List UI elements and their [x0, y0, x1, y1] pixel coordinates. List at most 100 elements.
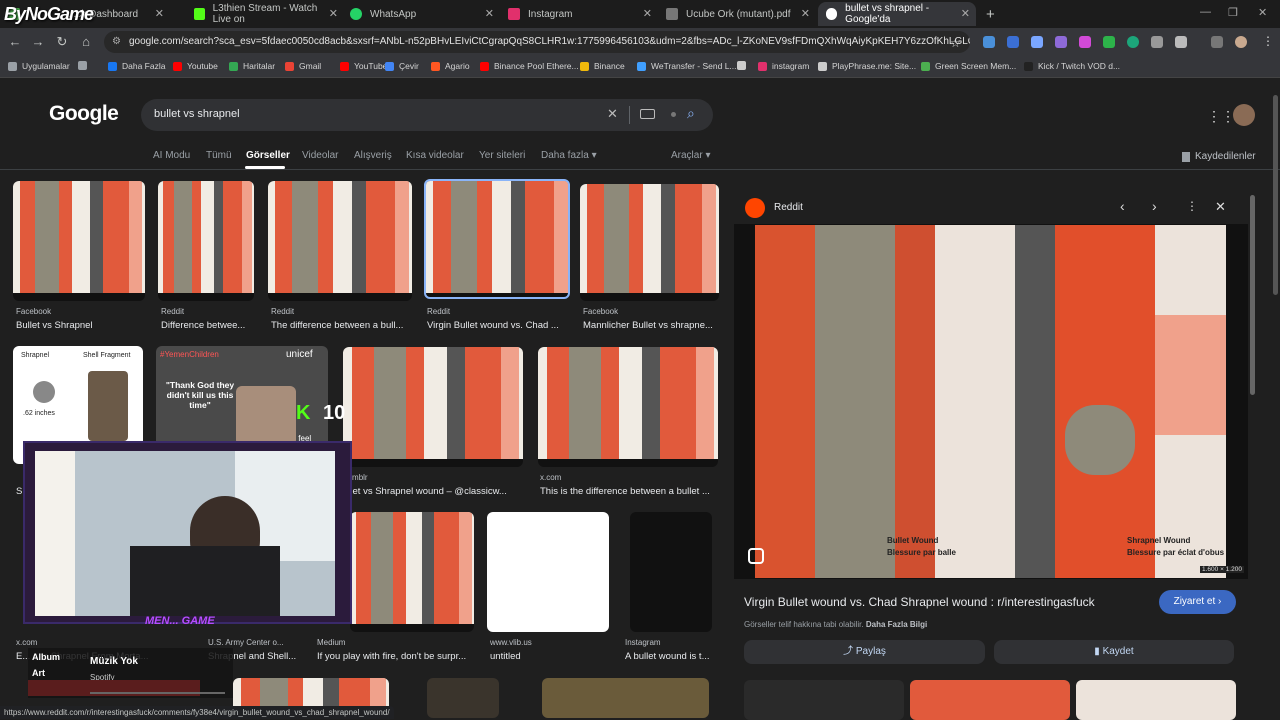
- panel-source[interactable]: Reddit: [774, 202, 803, 213]
- visit-button[interactable]: Ziyaret et ›: [1159, 590, 1236, 614]
- result-title[interactable]: Mannlicher Bullet vs shrapne...: [583, 320, 727, 331]
- profile-avatar[interactable]: [1235, 36, 1247, 48]
- keyboard-icon[interactable]: [640, 109, 655, 119]
- tab-ai-modu[interactable]: AI Modu: [153, 150, 190, 161]
- related-image[interactable]: [744, 680, 904, 720]
- result-title[interactable]: A bullet wound is t...: [625, 651, 715, 662]
- lens-icon[interactable]: [748, 548, 764, 564]
- maximize-icon[interactable]: ❐: [1228, 6, 1238, 19]
- close-icon[interactable]: ✕: [961, 7, 970, 20]
- search-icon[interactable]: ⌕: [687, 105, 695, 122]
- tools-button[interactable]: Araçlar ▾: [671, 150, 711, 161]
- apps-grid-icon[interactable]: ⋮⋮: [1207, 108, 1235, 125]
- image-thumb[interactable]: [343, 347, 523, 467]
- image-thumb[interactable]: [158, 181, 254, 301]
- url-input[interactable]: ⚙ google.com/search?sca_esv=5fdaec0050cd…: [104, 31, 970, 53]
- result-source[interactable]: U.S. Army Center o...: [208, 638, 284, 647]
- image-thumb[interactable]: [542, 678, 709, 718]
- new-tab-button[interactable]: +: [978, 2, 998, 26]
- bookmark-item[interactable]: [737, 61, 751, 70]
- bookmark-item[interactable]: WeTransfer - Send L...: [637, 61, 737, 71]
- tab-tümü[interactable]: Tümü: [206, 150, 232, 161]
- saved-button[interactable]: Kaydedilenler: [1182, 151, 1256, 162]
- voice-search-icon[interactable]: [671, 112, 676, 117]
- more-info-link[interactable]: Daha Fazla Bilgi: [866, 620, 927, 629]
- tab-alışveriş[interactable]: Alışveriş: [354, 150, 392, 161]
- extension-icon[interactable]: [1079, 36, 1091, 48]
- bookmark-star-icon[interactable]: ☆: [950, 36, 961, 50]
- bookmark-item[interactable]: [78, 61, 92, 70]
- image-thumb[interactable]: [268, 181, 412, 301]
- result-title[interactable]: The difference between a bull...: [271, 320, 420, 331]
- image-thumb[interactable]: [580, 184, 719, 301]
- close-icon[interactable]: ✕: [1215, 199, 1226, 215]
- result-source[interactable]: x.com: [16, 638, 37, 647]
- chevron-left-icon[interactable]: ‹: [1120, 198, 1125, 214]
- bookmark-item[interactable]: Green Screen Mem...: [921, 61, 1016, 71]
- result-title[interactable]: Difference betwee...: [161, 320, 262, 331]
- back-icon[interactable]: ←: [5, 32, 25, 52]
- home-icon[interactable]: ⌂: [76, 32, 96, 52]
- result-source[interactable]: Facebook: [583, 307, 618, 316]
- clear-icon[interactable]: ✕: [607, 106, 618, 122]
- bookmark-item[interactable]: Haritalar: [229, 61, 275, 71]
- extensions-puzzle-icon[interactable]: [1175, 36, 1187, 48]
- tab-kick-stream[interactable]: L3thien Stream - Watch Live on ✕: [186, 2, 344, 26]
- result-source[interactable]: Reddit: [271, 307, 294, 316]
- tab-whatsapp[interactable]: WhatsApp ✕: [342, 2, 500, 26]
- bookmark-item[interactable]: PlayPhrase.me: Site...: [818, 61, 916, 71]
- tab-instagram[interactable]: Instagram ✕: [500, 2, 658, 26]
- result-title[interactable]: If you play with fire, don't be surpr...: [317, 651, 472, 662]
- bookmark-item[interactable]: Kick / Twitch VOD d...: [1024, 61, 1120, 71]
- tab-google-search[interactable]: bullet vs shrapnel - Google'da ✕: [818, 2, 976, 26]
- menu-dots-icon[interactable]: ⋮: [1262, 34, 1274, 48]
- close-icon[interactable]: ✕: [155, 7, 164, 20]
- result-source[interactable]: Facebook: [16, 307, 51, 316]
- bookmark-item[interactable]: YouTube: [340, 61, 387, 71]
- image-thumb[interactable]: [427, 678, 499, 718]
- google-logo[interactable]: Google: [49, 102, 119, 126]
- save-button[interactable]: ▮ Kaydet: [994, 640, 1234, 664]
- extension-icon[interactable]: [1103, 36, 1115, 48]
- bookmark-item[interactable]: Çevir: [385, 61, 419, 71]
- close-icon[interactable]: ✕: [485, 7, 494, 20]
- result-title[interactable]: Virgin Bullet wound vs. Chad ...: [427, 320, 578, 331]
- tab-search-icon[interactable]: [1211, 36, 1223, 48]
- preview-image[interactable]: Bullet Wound Blessure par balle Shrapnel…: [755, 225, 1226, 578]
- search-input[interactable]: bullet vs shrapnel ✕ ⌕: [141, 99, 713, 131]
- share-button[interactable]: ⤴ Paylaş: [744, 640, 985, 664]
- result-title[interactable]: untitled: [490, 651, 605, 662]
- result-source[interactable]: Reddit: [427, 307, 450, 316]
- forward-icon[interactable]: →: [28, 32, 48, 52]
- result-source[interactable]: Medium: [317, 638, 345, 647]
- related-image[interactable]: [1076, 680, 1236, 720]
- result-source[interactable]: Instagram: [625, 638, 661, 647]
- tab-kısa-videolar[interactable]: Kısa videolar: [406, 150, 464, 161]
- result-source[interactable]: www.vlib.us: [490, 638, 532, 647]
- image-thumb[interactable]: [13, 181, 145, 301]
- image-thumb[interactable]: [424, 179, 570, 299]
- avatar[interactable]: [1233, 104, 1255, 126]
- bookmark-item[interactable]: Gmail: [285, 61, 321, 71]
- zoom-icon[interactable]: [1151, 36, 1163, 48]
- bookmark-item[interactable]: Daha Fazla: [108, 61, 165, 71]
- tab-daha-fazla[interactable]: Daha fazla ▾: [541, 150, 597, 161]
- result-source[interactable]: x.com: [540, 473, 561, 482]
- extension-icon[interactable]: [1055, 36, 1067, 48]
- panel-title[interactable]: Virgin Bullet wound vs. Chad Shrapnel wo…: [744, 595, 1095, 609]
- tab-yer-siteleri[interactable]: Yer siteleri: [479, 150, 525, 161]
- tab-pdf[interactable]: Ucube Ork (mutant).pdf ✕: [658, 2, 816, 26]
- bookmark-item[interactable]: Agario: [431, 61, 470, 71]
- reload-icon[interactable]: ↻: [52, 32, 72, 52]
- chevron-right-icon[interactable]: ›: [1152, 198, 1157, 214]
- related-image[interactable]: [910, 680, 1070, 720]
- bookmark-item[interactable]: Youtube: [173, 61, 218, 71]
- panel-scrollbar[interactable]: [1250, 195, 1255, 395]
- tab-videolar[interactable]: Videolar: [302, 150, 339, 161]
- image-thumb[interactable]: [538, 347, 718, 467]
- bookmark-item[interactable]: Binance: [580, 61, 625, 71]
- result-title[interactable]: This is the difference between a bullet …: [540, 486, 718, 497]
- close-icon[interactable]: ✕: [801, 7, 810, 20]
- more-options-icon[interactable]: ⋮: [1186, 199, 1198, 213]
- bookmark-item[interactable]: Uygulamalar: [8, 61, 70, 71]
